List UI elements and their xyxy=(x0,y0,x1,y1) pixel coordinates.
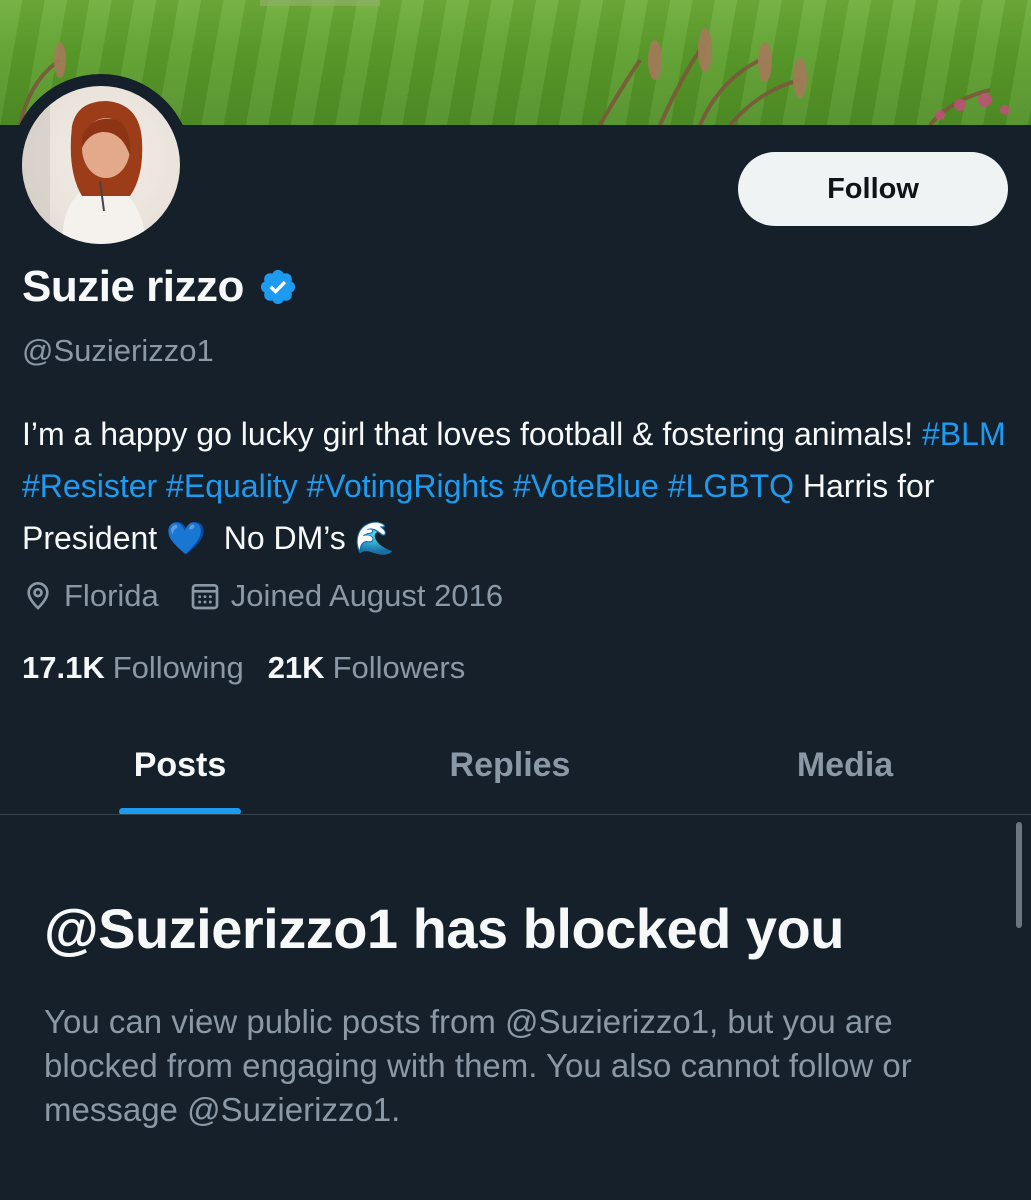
follow-button[interactable]: Follow xyxy=(738,152,1008,226)
blue-heart-emoji: 💙 xyxy=(166,520,206,556)
joined-item: Joined August 2016 xyxy=(189,578,503,614)
profile-stats: 17.1K Following 21K Followers xyxy=(22,650,489,686)
hashtag-link[interactable]: #BLM xyxy=(922,416,1006,452)
verified-badge-icon[interactable] xyxy=(258,267,298,307)
bio-text: No DM’s xyxy=(205,520,355,556)
avatar[interactable] xyxy=(10,74,192,256)
tab-media[interactable]: Media xyxy=(705,715,985,815)
followers-count: 21K xyxy=(267,650,325,685)
joined-text: Joined August 2016 xyxy=(230,578,504,613)
profile-name-row: Suzie rizzo xyxy=(22,262,298,312)
profile-meta: Florida Joined August 2016 xyxy=(22,578,533,614)
hashtag-link[interactable]: #VoteBlue xyxy=(513,468,659,504)
followers-label: Followers xyxy=(332,650,466,685)
profile-bio: I’m a happy go lucky girl that loves foo… xyxy=(22,408,1012,564)
hashtag-link[interactable]: #Resister xyxy=(22,468,157,504)
hashtag-link[interactable]: #VotingRights xyxy=(307,468,504,504)
location-item: Florida xyxy=(22,578,159,614)
following-count: 17.1K xyxy=(22,650,105,685)
blocked-description: You can view public posts from @Suzieriz… xyxy=(44,1003,912,1128)
hashtag-link[interactable]: #LGBTQ xyxy=(668,468,794,504)
tabs-divider xyxy=(0,814,1031,815)
following-link[interactable]: 17.1K Following xyxy=(22,650,244,686)
avatar-photo xyxy=(22,86,180,244)
following-label: Following xyxy=(112,650,244,685)
tab-replies[interactable]: Replies xyxy=(370,715,650,815)
blocked-title: @Suzierizzo1 has blocked you xyxy=(44,897,844,960)
calendar-icon xyxy=(191,584,219,610)
wave-emoji: 🌊 xyxy=(354,520,395,556)
profile-handle: @Suzierizzo1 xyxy=(22,333,214,368)
tab-posts[interactable]: Posts xyxy=(40,715,320,815)
location-pin-icon xyxy=(27,582,49,610)
followers-link[interactable]: 21K Followers xyxy=(268,650,466,686)
bio-text: I’m a happy go lucky girl that loves foo… xyxy=(22,416,922,452)
profile-name: Suzie rizzo xyxy=(22,262,244,311)
hashtag-link[interactable]: #Equality xyxy=(166,468,298,504)
location-text: Florida xyxy=(64,578,159,613)
scrollbar[interactable] xyxy=(1016,822,1022,928)
profile-tabs: Posts Replies Media xyxy=(0,715,1031,815)
